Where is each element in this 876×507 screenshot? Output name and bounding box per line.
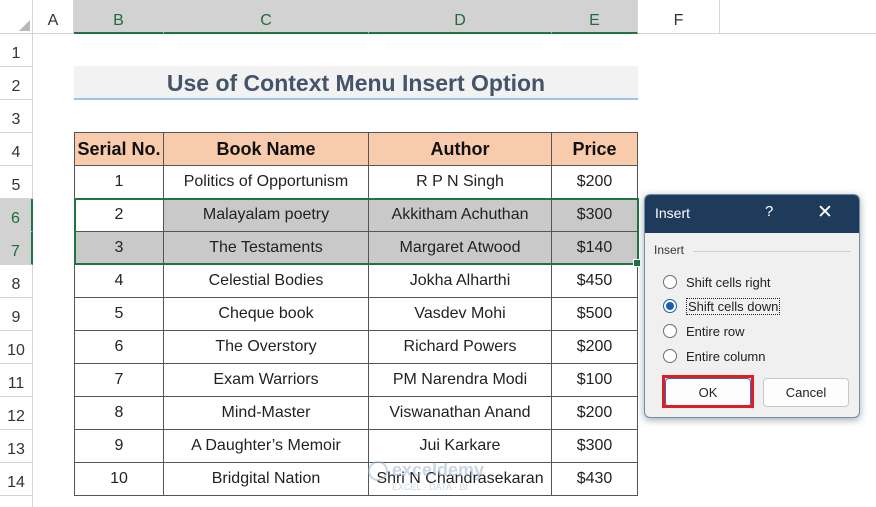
table-cell-price[interactable]: $450 bbox=[552, 265, 638, 298]
watermark-name: exceldemy bbox=[392, 460, 485, 480]
dialog-title: Insert bbox=[655, 205, 691, 221]
table-cell-author[interactable]: R P N Singh bbox=[369, 166, 552, 199]
close-icon[interactable]: ✕ bbox=[817, 201, 833, 224]
table-cell-price[interactable]: $200 bbox=[552, 166, 638, 199]
table-cell-price[interactable]: $140 bbox=[552, 232, 638, 265]
option-label: Entire row bbox=[686, 323, 745, 339]
watermark-logo: exceldemy bbox=[368, 460, 484, 481]
dialog-titlebar[interactable]: Insert ? ✕ bbox=[645, 195, 859, 233]
table-cell-book[interactable]: A Daughter’s Memoir bbox=[164, 430, 369, 463]
row-header-1[interactable]: 1 bbox=[0, 34, 33, 67]
help-icon[interactable]: ? bbox=[765, 203, 773, 220]
option-label: Shift cells right bbox=[686, 274, 771, 290]
table-cell-price[interactable]: $100 bbox=[552, 364, 638, 397]
option-shift-cells-down[interactable]: Shift cells down bbox=[663, 296, 781, 316]
group-divider bbox=[693, 251, 851, 252]
select-all-corner[interactable] bbox=[0, 0, 33, 34]
option-label: Entire column bbox=[686, 348, 766, 364]
table-cell-book[interactable]: Mind-Master bbox=[164, 397, 369, 430]
table-cell-price[interactable]: $200 bbox=[552, 397, 638, 430]
table-cell-book[interactable]: Cheque book bbox=[164, 298, 369, 331]
table-cell-book[interactable]: The Testaments bbox=[164, 232, 369, 265]
row-header-3[interactable]: 3 bbox=[0, 100, 33, 133]
cancel-button[interactable]: Cancel bbox=[763, 378, 849, 407]
radio-entire-column[interactable] bbox=[663, 349, 677, 363]
column-header-f[interactable]: F bbox=[638, 0, 720, 34]
table-cell-serial[interactable]: 8 bbox=[74, 397, 164, 430]
row-header-13[interactable]: 13 bbox=[0, 430, 33, 463]
header-price[interactable]: Price bbox=[552, 132, 638, 166]
sheet-title: Use of Context Menu Insert Option bbox=[74, 66, 638, 100]
radio-shift-cells-right[interactable] bbox=[663, 275, 677, 289]
row-header-5[interactable]: 5 bbox=[0, 166, 33, 199]
row-header-11[interactable]: 11 bbox=[0, 364, 33, 397]
table-cell-serial[interactable]: 3 bbox=[74, 232, 164, 265]
option-entire-column[interactable]: Entire column bbox=[663, 346, 765, 366]
row-header-4[interactable]: 4 bbox=[0, 133, 33, 166]
ok-button[interactable]: OK bbox=[665, 378, 751, 407]
insert-group-label: Insert bbox=[654, 243, 685, 257]
insert-dialog: Insert ? ✕ Insert Shift cells right Shif… bbox=[644, 194, 860, 418]
radio-entire-row[interactable] bbox=[663, 324, 677, 338]
table-cell-author[interactable]: Viswanathan Anand bbox=[369, 397, 552, 430]
table-cell-book[interactable]: Malayalam poetry bbox=[164, 199, 369, 232]
row-header-15-partial bbox=[0, 496, 33, 507]
table-cell-book[interactable]: The Overstory bbox=[164, 331, 369, 364]
row-header-14[interactable]: 14 bbox=[0, 463, 33, 496]
column-header-b[interactable]: B bbox=[74, 0, 164, 34]
row-header-8[interactable]: 8 bbox=[0, 265, 33, 298]
table-cell-serial[interactable]: 10 bbox=[74, 463, 164, 496]
column-header-e[interactable]: E bbox=[552, 0, 638, 34]
table-cell-book[interactable]: Bridgital Nation bbox=[164, 463, 369, 496]
table-cell-serial[interactable]: 5 bbox=[74, 298, 164, 331]
option-label: Shift cells down bbox=[686, 297, 781, 315]
table-cell-author[interactable]: PM Narendra Modi bbox=[369, 364, 552, 397]
option-shift-cells-right[interactable]: Shift cells right bbox=[663, 272, 771, 292]
radio-shift-cells-down[interactable] bbox=[663, 299, 677, 313]
row-header-12[interactable]: 12 bbox=[0, 397, 33, 430]
table-cell-author[interactable]: Vasdev Mohi bbox=[369, 298, 552, 331]
header-author[interactable]: Author bbox=[369, 132, 552, 166]
table-cell-price[interactable]: $500 bbox=[552, 298, 638, 331]
watermark-tagline: EXCEL · DATA · BI bbox=[392, 482, 468, 492]
table-cell-book[interactable]: Exam Warriors bbox=[164, 364, 369, 397]
exceldemy-logo-icon bbox=[368, 460, 388, 481]
column-header-c[interactable]: C bbox=[164, 0, 369, 34]
table-cell-serial[interactable]: 6 bbox=[74, 331, 164, 364]
table-cell-serial[interactable]: 7 bbox=[74, 364, 164, 397]
table-cell-author[interactable]: Jui Karkare bbox=[369, 430, 552, 463]
table-cell-author[interactable]: Jokha Alharthi bbox=[369, 265, 552, 298]
column-header-a[interactable]: A bbox=[33, 0, 74, 34]
table-cell-book[interactable]: Politics of Opportunism bbox=[164, 166, 369, 199]
table-cell-author[interactable]: Akkitham Achuthan bbox=[369, 199, 552, 232]
table-cell-price[interactable]: $200 bbox=[552, 331, 638, 364]
row-header-7[interactable]: 7 bbox=[0, 232, 33, 265]
row-header-2[interactable]: 2 bbox=[0, 67, 33, 100]
table-cell-serial[interactable]: 9 bbox=[74, 430, 164, 463]
row-header-10[interactable]: 10 bbox=[0, 331, 33, 364]
table-cell-author[interactable]: Richard Powers bbox=[369, 331, 552, 364]
row-header-9[interactable]: 9 bbox=[0, 298, 33, 331]
select-all-triangle-icon bbox=[19, 20, 30, 31]
table-cell-serial[interactable]: 4 bbox=[74, 265, 164, 298]
option-entire-row[interactable]: Entire row bbox=[663, 321, 745, 341]
table-cell-author[interactable]: Margaret Atwood bbox=[369, 232, 552, 265]
table-cell-serial[interactable]: 2 bbox=[74, 199, 164, 232]
table-cell-price[interactable]: $300 bbox=[552, 430, 638, 463]
table-cell-price[interactable]: $300 bbox=[552, 199, 638, 232]
column-header-d[interactable]: D bbox=[369, 0, 552, 34]
table-cell-serial[interactable]: 1 bbox=[74, 166, 164, 199]
table-cell-price[interactable]: $430 bbox=[552, 463, 638, 496]
column-header-blank bbox=[720, 0, 876, 34]
header-serial-no[interactable]: Serial No. bbox=[74, 132, 164, 166]
row-header-6[interactable]: 6 bbox=[0, 199, 33, 232]
table-cell-book[interactable]: Celestial Bodies bbox=[164, 265, 369, 298]
header-book-name[interactable]: Book Name bbox=[164, 132, 369, 166]
